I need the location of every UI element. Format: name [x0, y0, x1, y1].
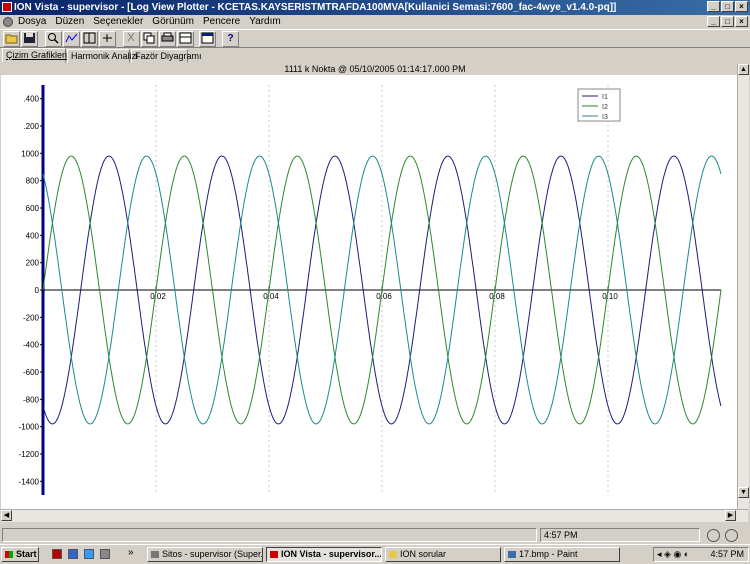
window-controls: _ □ ×	[707, 1, 748, 12]
menu-window[interactable]: Pencere	[203, 15, 240, 29]
taskbar-item[interactable]: Sitos - supervisor (Super...	[147, 547, 263, 562]
help-icon[interactable]: ?	[222, 31, 239, 47]
tab-phasor-diagram[interactable]: Fazör Diyagramı	[131, 49, 202, 63]
y-tick-label: -600	[23, 368, 40, 377]
task-label: Sitos - supervisor (Super...	[162, 549, 263, 559]
y-tick-label: -1000	[19, 423, 40, 432]
app-icon[interactable]	[2, 2, 12, 12]
y-tick-label: -800	[23, 395, 40, 404]
save-icon[interactable]	[21, 31, 38, 47]
doc-restore-button[interactable]: □	[721, 16, 734, 27]
menu-edit[interactable]: Düzen	[55, 15, 84, 29]
toolbar: ?	[0, 29, 750, 48]
taskbar-item-active[interactable]: ION Vista - supervisor...	[266, 547, 382, 562]
vertical-scrollbar[interactable]: ▲ ▼	[737, 64, 749, 510]
scroll-right-icon[interactable]: ▶	[725, 510, 736, 521]
menu-help[interactable]: Yardım	[249, 15, 281, 29]
x-tick-label: 0.02	[150, 292, 166, 301]
open-folder-icon[interactable]	[3, 31, 20, 47]
quicklaunch-icon[interactable]	[68, 549, 78, 559]
plot-area[interactable]: .400 .200 1000 800 600 400 200 0 -200 -400 -600 -80…	[1, 75, 748, 509]
browser-icon[interactable]	[84, 549, 94, 559]
taskbar-item[interactable]: ION sorular	[385, 547, 501, 562]
title-bar[interactable]: ION Vista - supervisor - [Log View Plott…	[0, 0, 750, 15]
y-tick-label: 1000	[21, 149, 39, 158]
x-tick-label: 0.04	[263, 292, 279, 301]
indicator-icon	[707, 529, 720, 542]
grid-icon[interactable]	[81, 31, 98, 47]
horizontal-scrollbar[interactable]: ◀ ▶	[1, 509, 748, 522]
status-time: 4:57 PM	[540, 528, 700, 542]
app-icon	[270, 551, 278, 558]
y-tick-label: -1400	[19, 477, 40, 486]
window-layout-icon[interactable]	[199, 31, 216, 47]
maximize-button[interactable]: □	[721, 1, 734, 12]
tab-plots[interactable]: Çizim Grafikleri	[2, 48, 67, 63]
windows-logo-icon	[5, 551, 13, 558]
y-tick-label: -1200	[19, 450, 40, 459]
legend-label: I2	[602, 104, 608, 111]
menu-file[interactable]: Dosya	[18, 15, 46, 29]
scroll-left-icon[interactable]: ◀	[1, 510, 12, 521]
taskbar: Start » Sitos - supervisor (Super... ION…	[0, 544, 750, 564]
tab-harmonic-analysis[interactable]: Harmonik Analizi	[67, 49, 138, 63]
window-title: ION Vista - supervisor - [Log View Plott…	[14, 2, 617, 13]
waveform-chart[interactable]: .400 .200 1000 800 600 400 200 0 -200 -400 -600 -80…	[1, 75, 748, 509]
tray-clock[interactable]: 4:57 PM	[710, 548, 744, 561]
scroll-up-icon[interactable]: ▲	[738, 64, 749, 75]
y-tick-label: 200	[26, 259, 40, 268]
system-tray: ◂ ◈ ◉ ◐ 4:57 PM	[653, 547, 749, 562]
start-label: Start	[16, 549, 37, 559]
status-message	[2, 528, 537, 542]
cut-icon[interactable]	[123, 31, 140, 47]
chevron-icon[interactable]: »	[128, 547, 134, 558]
task-label: ION sorular	[400, 549, 447, 559]
y-tick-label: .400	[23, 95, 39, 104]
print-icon[interactable]	[159, 31, 176, 47]
scale-icon[interactable]	[99, 31, 116, 47]
x-tick-label: 0.06	[376, 292, 392, 301]
close-button[interactable]: ×	[735, 1, 748, 12]
legend-label: I3	[602, 114, 608, 121]
taskbar-item[interactable]: 17.bmp - Paint	[504, 547, 620, 562]
x-tick-label: 0.10	[602, 292, 618, 301]
y-tick-label: 0	[35, 286, 40, 295]
indicator-icon-2	[725, 529, 738, 542]
y-tick-label: .200	[23, 122, 39, 131]
tab-strip: Çizim Grafikleri Harmonik Analizi Fazör …	[0, 48, 750, 63]
quicklaunch-icon[interactable]	[52, 549, 62, 559]
document-icon[interactable]	[3, 17, 13, 27]
y-tick-label: -200	[23, 313, 40, 322]
task-label: 17.bmp - Paint	[519, 549, 578, 559]
y-tick-label: 600	[26, 204, 40, 213]
scroll-down-icon[interactable]: ▼	[738, 487, 749, 498]
folder-icon	[389, 551, 397, 558]
chart-icon[interactable]	[63, 31, 80, 47]
status-bar: 4:57 PM	[0, 527, 750, 543]
y-tick-label: -400	[23, 341, 40, 350]
tray-icons[interactable]: ◂ ◈ ◉ ◐	[657, 548, 689, 561]
menu-options[interactable]: Seçenekler	[93, 15, 143, 29]
paint-icon	[508, 551, 516, 558]
zoom-icon[interactable]	[45, 31, 62, 47]
minimize-button[interactable]: _	[707, 1, 720, 12]
legend-label: I1	[602, 94, 608, 101]
copy-icon[interactable]	[141, 31, 158, 47]
quicklaunch-icon[interactable]	[100, 549, 110, 559]
y-tick-label: 800	[26, 177, 40, 186]
task-label: ION Vista - supervisor...	[281, 549, 382, 559]
app-icon	[151, 551, 159, 558]
doc-close-button[interactable]: ×	[735, 16, 748, 27]
menu-bar: Dosya Düzen Seçenekler Görünüm Pencere Y…	[0, 15, 750, 29]
document-window-controls: _ □ ×	[707, 16, 748, 27]
plot-header: 1111 k Nokta @ 05/10/2005 01:14:17.000 P…	[284, 64, 466, 74]
menu-view[interactable]: Görünüm	[152, 15, 194, 29]
x-tick-label: 0.08	[489, 292, 505, 301]
y-tick-label: 400	[26, 231, 40, 240]
table-icon[interactable]	[177, 31, 194, 47]
start-button[interactable]: Start	[1, 547, 39, 562]
doc-minimize-button[interactable]: _	[707, 16, 720, 27]
